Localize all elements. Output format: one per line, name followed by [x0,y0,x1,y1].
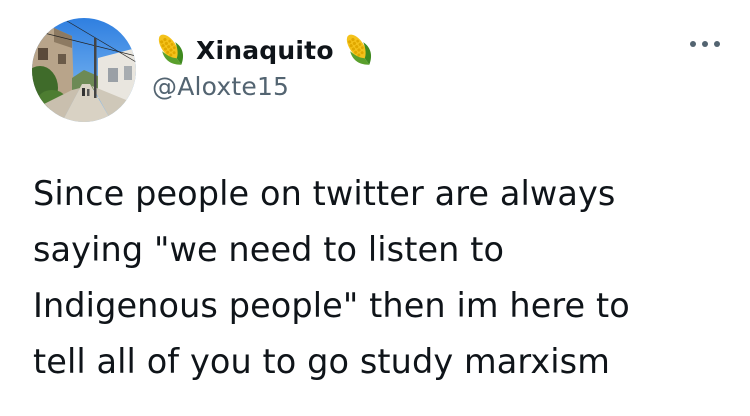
display-name: Xinaquito [196,35,334,65]
street-photo-avatar [32,18,136,122]
author-name-row[interactable]: Xinaquito [152,28,378,72]
more-dot [702,41,708,47]
more-dot [690,41,696,47]
tweet-author-header: Xinaquito @Aloxte15 [152,28,378,101]
corn-icon [152,30,190,70]
avatar[interactable] [32,18,136,122]
tweet-text-line: Since people on twitter are always [33,174,616,213]
tweet-text-line: Indigenous people" then im here to [33,286,630,325]
tweet-text-line: saying "we need to listen to [33,230,505,269]
more-dot [714,41,720,47]
corn-icon [340,30,378,70]
tweet-card: Xinaquito @Aloxte15 Since people on twit… [0,0,750,416]
tweet-text: Since people on twitter are always sayin… [33,166,723,390]
tweet-text-line: tell all of you to go study marxism [33,342,610,381]
more-horizontal-icon[interactable] [690,34,720,54]
author-handle[interactable]: @Aloxte15 [152,72,378,101]
